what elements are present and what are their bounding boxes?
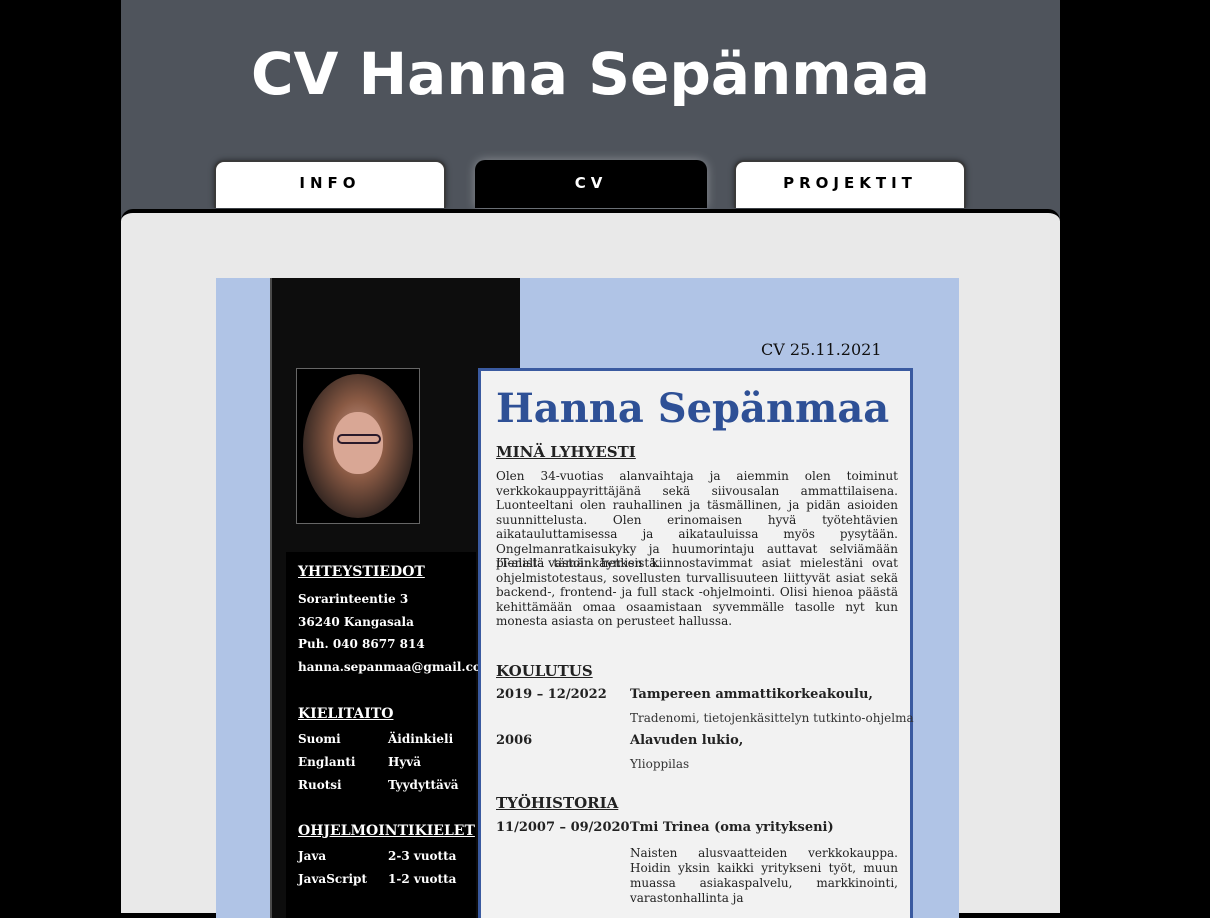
cv-date: CV 25.11.2021 xyxy=(761,340,882,359)
tab-cv[interactable]: CV xyxy=(475,160,707,208)
cv-name: Hanna Sepänmaa xyxy=(496,385,890,432)
content-area: YHTEYSTIEDOT Sorarinteentie 3 36240 Kang… xyxy=(121,209,1060,918)
tab-projektit[interactable]: PROJEKTIT xyxy=(734,160,966,208)
language-level: Äidinkieli xyxy=(388,732,454,746)
programming-language: JavaScript xyxy=(298,872,367,886)
education-school: Tampereen ammattikorkeakoulu, xyxy=(630,687,873,702)
education-detail: Tradenomi, tietojenkäsittelyn tutkinto-o… xyxy=(630,711,914,725)
education-period: 2006 xyxy=(496,733,533,748)
profile-photo xyxy=(296,368,420,524)
contact-email: hanna.sepanmaa@gmail.com xyxy=(298,660,494,674)
language-name: Suomi xyxy=(298,732,341,746)
page: CV Hanna Sepänmaa INFO CV PROJEKTIT YHTE… xyxy=(121,0,1060,918)
programming-level: 1-2 vuotta xyxy=(388,872,457,886)
site-title: CV Hanna Sepänmaa xyxy=(250,40,930,108)
work-description: Naisten alusvaatteiden verkkokauppa. Hoi… xyxy=(630,846,898,905)
languages-heading: KIELITAITO xyxy=(298,706,394,722)
cv-main-panel: Hanna Sepänmaa MINÄ LYHYESTI Olen 34-vuo… xyxy=(478,368,914,918)
cv-document: YHTEYSTIEDOT Sorarinteentie 3 36240 Kang… xyxy=(216,278,959,918)
contact-phone: Puh. 040 8677 814 xyxy=(298,637,425,651)
glasses-icon xyxy=(337,434,381,444)
language-level: Tyydyttävä xyxy=(388,778,459,792)
education-period: 2019 – 12/2022 xyxy=(496,687,607,702)
education-heading: KOULUTUS xyxy=(496,662,593,680)
programming-level: 2-3 vuotta xyxy=(388,849,457,863)
contact-street: Sorarinteentie 3 xyxy=(298,592,409,606)
education-school: Alavuden lukio, xyxy=(630,733,744,748)
language-name: Ruotsi xyxy=(298,778,342,792)
language-level: Hyvä xyxy=(388,755,422,769)
work-period: 11/2007 – 09/2020 xyxy=(496,820,630,835)
programming-language: Java xyxy=(298,849,327,863)
programming-heading: OHJELMOINTIKIELET xyxy=(298,823,475,839)
contact-city: 36240 Kangasala xyxy=(298,615,414,629)
education-detail: Ylioppilas xyxy=(630,757,690,771)
work-employer: Tmi Trinea (oma yritykseni) xyxy=(630,820,834,835)
about-paragraph-2: IT-alalla tämän hetken kiinnostavimmat a… xyxy=(496,556,898,628)
tab-info[interactable]: INFO xyxy=(214,160,446,208)
contact-heading: YHTEYSTIEDOT xyxy=(298,564,425,580)
about-heading: MINÄ LYHYESTI xyxy=(496,443,636,461)
portrait-image xyxy=(303,374,413,518)
language-name: Englanti xyxy=(298,755,356,769)
work-heading: TYÖHISTORIA xyxy=(496,794,619,812)
